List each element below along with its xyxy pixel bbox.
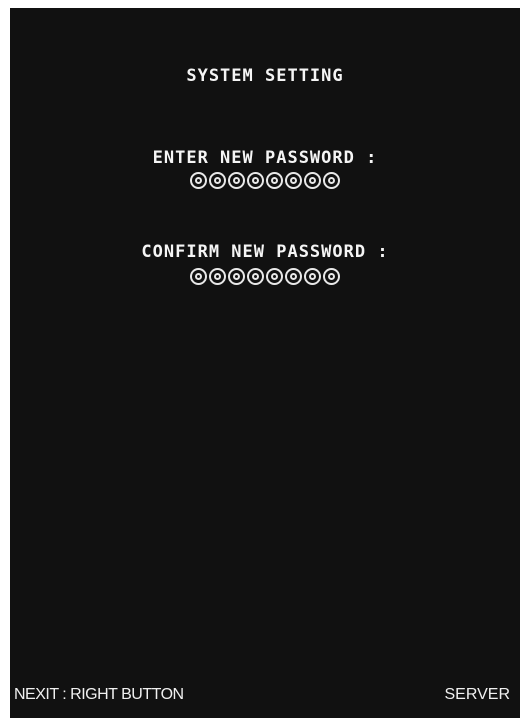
- password-digit-icon: [266, 172, 283, 189]
- confirm-password-label: CONFIRM NEW PASSWORD :: [141, 242, 389, 262]
- password-digit-icon: [266, 268, 283, 285]
- password-digit-icon: [247, 172, 264, 189]
- enter-password-field[interactable]: [10, 172, 520, 189]
- password-digit-icon: [190, 172, 207, 189]
- system-setting-screen: SYSTEM SETTING ENTER NEW PASSWORD : CONF…: [10, 8, 520, 718]
- password-digit-icon: [209, 268, 226, 285]
- confirm-password-field[interactable]: [10, 268, 520, 285]
- password-digit-icon: [209, 172, 226, 189]
- server-mode-label: SERVER: [444, 686, 510, 703]
- password-digit-icon: [190, 268, 207, 285]
- password-digit-icon: [323, 268, 340, 285]
- password-digit-icon: [323, 172, 340, 189]
- password-digit-icon: [228, 268, 245, 285]
- password-digit-icon: [285, 172, 302, 189]
- enter-password-label: ENTER NEW PASSWORD :: [152, 148, 378, 168]
- password-digit-icon: [247, 268, 264, 285]
- password-digit-icon: [285, 268, 302, 285]
- next-hint: NEXIT : RIGHT BUTTON: [14, 686, 184, 703]
- page-title: SYSTEM SETTING: [186, 66, 344, 86]
- password-digit-icon: [304, 268, 321, 285]
- password-digit-icon: [304, 172, 321, 189]
- password-digit-icon: [228, 172, 245, 189]
